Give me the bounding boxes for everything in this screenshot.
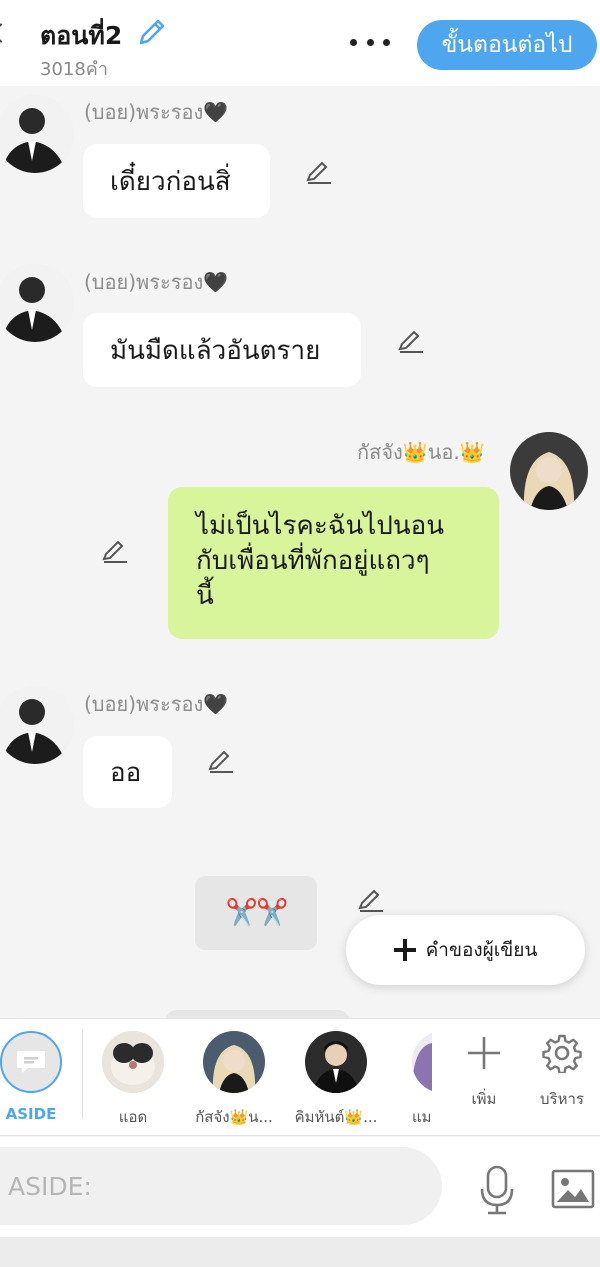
character-item[interactable]: แม	[392, 1031, 432, 1129]
add-character-button[interactable]: เพิ่ม	[449, 1033, 519, 1111]
character-item[interactable]: กัสจัง👑น...	[189, 1031, 279, 1129]
message-bubble[interactable]: ออ	[83, 736, 172, 808]
plus-icon	[393, 939, 416, 961]
edit-message-icon[interactable]	[304, 158, 334, 188]
character-item[interactable]: แอด	[88, 1031, 178, 1129]
manage-characters-button[interactable]: บริหาร	[527, 1033, 597, 1111]
edit-message-icon[interactable]	[100, 537, 130, 567]
edit-message-icon[interactable]	[206, 747, 236, 777]
aside-input[interactable]: ASIDE:	[0, 1147, 442, 1225]
gear-icon	[542, 1034, 582, 1073]
message-text: ไม่เป็นไรคะฉันไปนอน กับเพื่อนที่พักอยู่แ…	[196, 511, 445, 612]
word-count: 3018คำ	[40, 59, 108, 80]
avatar[interactable]	[510, 432, 588, 510]
character-label: คิมหันต์👑...	[294, 1108, 378, 1126]
chat-editor-header: ตอนที่2 3018คำ ขั้นตอนต่อไป	[0, 0, 600, 86]
character-label: แอด	[118, 1108, 148, 1126]
avatar[interactable]	[0, 686, 74, 764]
next-step-button[interactable]: ขั้นตอนต่อไป	[417, 20, 597, 70]
sender-name: (บอย)พระรอง🖤	[84, 100, 229, 124]
character-item[interactable]: คิมหันต์👑...	[291, 1031, 381, 1129]
plus-icon	[468, 1037, 500, 1069]
character-avatar	[102, 1031, 164, 1093]
add-label: เพิ่ม	[471, 1090, 497, 1108]
message-text: มันมืดแล้วอันตราย	[110, 335, 321, 366]
bottom-strip	[0, 1237, 600, 1267]
character-label: กัสจัง👑น...	[195, 1108, 273, 1126]
character-avatar	[305, 1031, 367, 1093]
edit-message-icon[interactable]	[356, 886, 386, 916]
image-icon[interactable]	[551, 1169, 595, 1209]
speech-bubble-icon	[17, 1051, 45, 1073]
sender-name: (บอย)พระรอง🖤	[84, 270, 229, 294]
message-bubble[interactable]: ไม่เป็นไรคะฉันไปนอน กับเพื่อนที่พักอยู่แ…	[168, 487, 499, 639]
avatar[interactable]	[0, 264, 74, 342]
character-label: แม	[412, 1108, 432, 1126]
avatar[interactable]	[0, 95, 74, 173]
aside-character[interactable]: ASIDE	[0, 1031, 76, 1123]
more-options-icon[interactable]	[350, 36, 390, 48]
aside-avatar	[0, 1031, 62, 1093]
message-text: ออ	[110, 757, 142, 788]
message-bubble[interactable]: เดี๋ยวก่อนสิ่	[83, 144, 270, 218]
microphone-icon[interactable]	[478, 1165, 516, 1215]
pencil-icon[interactable]	[136, 16, 168, 48]
manage-label: บริหาร	[540, 1090, 584, 1108]
message-bubble[interactable]: มันมืดแล้วอันตราย	[83, 313, 361, 387]
character-selector-bar: ASIDE แอด กัสจัง👑น... คิมหันต์👑... แม เพ…	[0, 1018, 600, 1136]
message-text: เดี๋ยวก่อนสิ่	[110, 166, 231, 197]
character-avatar	[203, 1031, 265, 1093]
sender-name: (บอย)พระรอง🖤	[84, 692, 229, 716]
aside-label: ASIDE	[5, 1105, 57, 1123]
message-input-row: ASIDE:	[0, 1137, 600, 1237]
episode-title[interactable]: ตอนที่2	[40, 16, 122, 56]
author-note-button[interactable]: คำของผู้เขียน	[346, 915, 585, 985]
sender-name: กัสจัง👑นอ.👑	[357, 440, 485, 464]
divider	[82, 1029, 83, 1119]
character-avatar	[412, 1031, 432, 1093]
back-arrow-icon[interactable]	[0, 23, 11, 43]
scene-break[interactable]: ✂️✂️	[195, 876, 317, 950]
edit-message-icon[interactable]	[396, 327, 426, 357]
author-note-label: คำของผู้เขียน	[425, 939, 538, 961]
